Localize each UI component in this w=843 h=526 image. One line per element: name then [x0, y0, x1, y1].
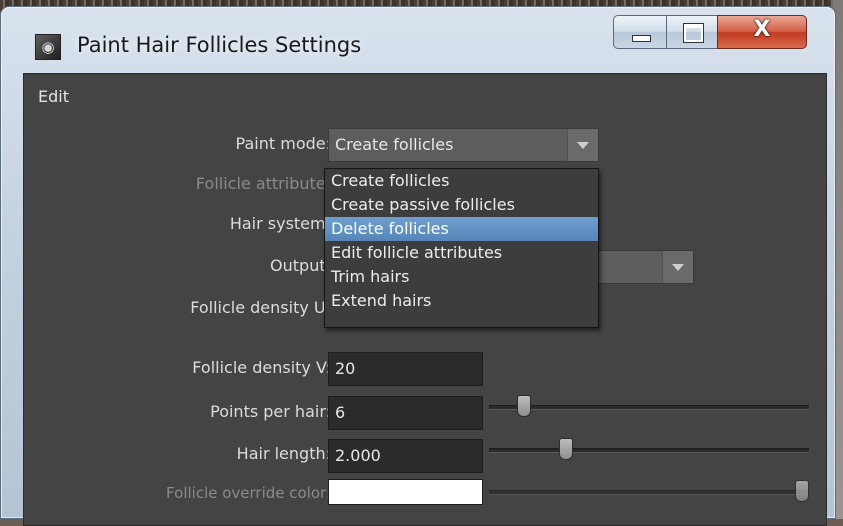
close-icon: X [753, 17, 771, 42]
points-per-hair-field[interactable]: 6 [328, 396, 483, 430]
paint-mode-dropdown[interactable]: Create follicles [328, 128, 599, 162]
option-delete-follicles[interactable]: Delete follicles [325, 217, 598, 241]
chevron-down-icon[interactable] [662, 251, 693, 283]
points-per-hair-slider[interactable] [489, 405, 809, 410]
maximize-button[interactable] [666, 15, 718, 49]
title-bar[interactable]: ◉ Paint Hair Follicles Settings X [1, 7, 835, 73]
follicle-density-u-label: Follicle density U: [190, 298, 331, 317]
paint-mode-label: Paint mode: [235, 134, 331, 153]
hair-length-slider[interactable] [489, 448, 809, 453]
close-button[interactable]: X [717, 15, 807, 49]
minimize-icon [632, 35, 651, 42]
hair-length-slider-handle[interactable] [559, 438, 574, 460]
points-per-hair-label: Points per hair: [210, 402, 331, 421]
output-label: Output: [270, 256, 331, 275]
option-extend-hairs[interactable]: Extend hairs [325, 289, 598, 313]
minimize-button[interactable] [613, 15, 667, 49]
hair-system-label: Hair system: [229, 214, 331, 233]
option-trim-hairs[interactable]: Trim hairs [325, 265, 598, 289]
option-create-passive-follicles[interactable]: Create passive follicles [325, 193, 598, 217]
follicle-density-v-field[interactable]: 20 [328, 352, 483, 386]
paint-mode-value: Create follicles [335, 135, 454, 154]
maya-app-icon[interactable]: ◉ [35, 34, 61, 60]
follicle-override-color-slider-handle[interactable] [795, 480, 809, 502]
paint-mode-options-list: Create follicles Create passive follicle… [324, 168, 599, 328]
chevron-down-icon[interactable] [567, 129, 598, 161]
menu-bar: Edit [24, 74, 826, 114]
option-edit-follicle-attributes[interactable]: Edit follicle attributes [325, 241, 598, 265]
maximize-icon [683, 23, 704, 43]
window-title: Paint Hair Follicles Settings [77, 33, 362, 57]
settings-panel: Edit Paint mode: Create follicles Follic… [23, 73, 827, 526]
settings-window: ◉ Paint Hair Follicles Settings X Edit P… [0, 6, 836, 526]
points-per-hair-slider-handle[interactable] [516, 395, 531, 417]
menu-edit[interactable]: Edit [38, 87, 69, 106]
follicle-override-color-label: Follicle override color: [166, 484, 331, 502]
follicle-density-v-label: Follicle density V: [192, 358, 331, 377]
hair-length-label: Hair length: [236, 444, 331, 463]
option-create-follicles[interactable]: Create follicles [325, 169, 598, 193]
follicle-attribute-label: Follicle attribute: [195, 174, 331, 193]
hair-length-field[interactable]: 2.000 [328, 439, 483, 473]
follicle-override-color-swatch[interactable] [328, 479, 483, 505]
follicle-override-color-slider[interactable] [489, 490, 809, 495]
